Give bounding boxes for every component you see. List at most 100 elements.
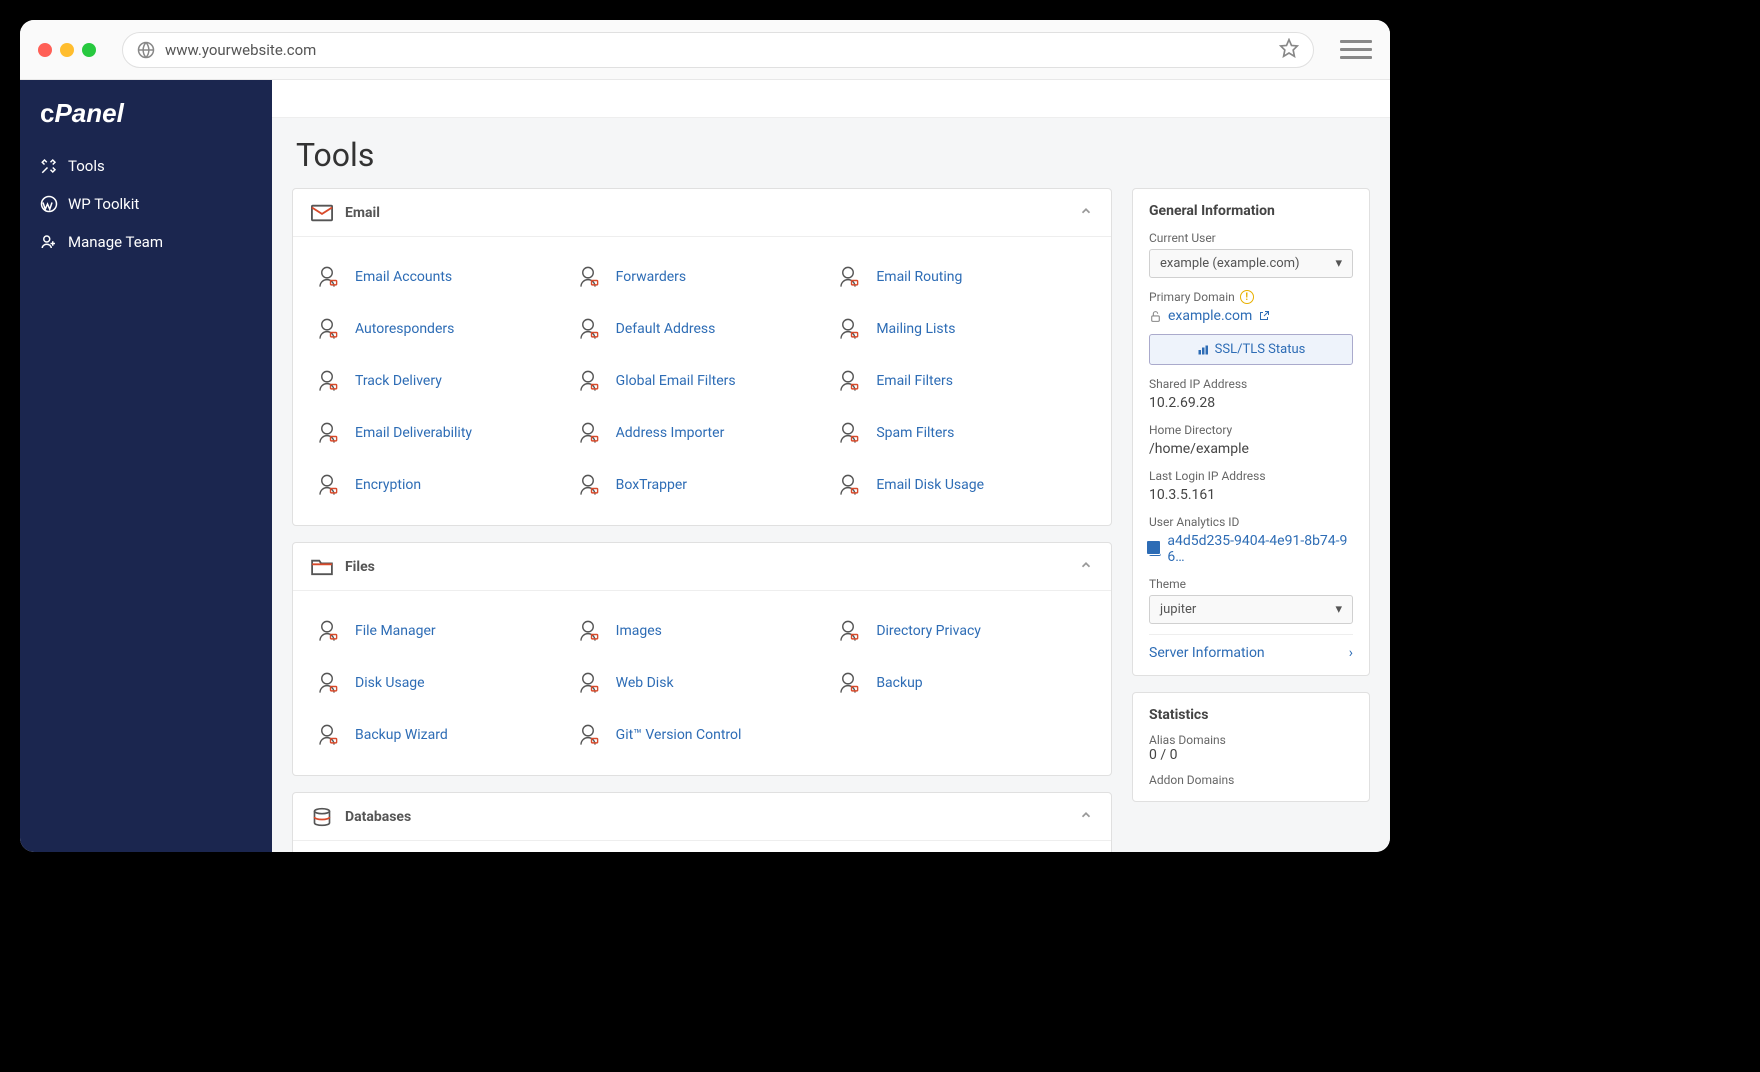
- sidebar: cPanel Tools WP Toolkit Manage Team: [20, 80, 272, 852]
- tool-file-manager[interactable]: File Manager: [311, 605, 572, 657]
- tool-backup-wizard[interactable]: Backup Wizard: [311, 709, 572, 761]
- ssl-tls-status-button[interactable]: SSL/TLS Status: [1149, 334, 1353, 365]
- tool-icon: [572, 417, 604, 449]
- tools-icon: [40, 157, 58, 175]
- tool-email-deliverability[interactable]: Email Deliverability: [311, 407, 572, 459]
- tool-autoresponders[interactable]: Autoresponders: [311, 303, 572, 355]
- mail-icon: [311, 204, 333, 222]
- sidebar-item-manage-team[interactable]: Manage Team: [20, 223, 272, 261]
- address-bar[interactable]: www.yourwebsite.com: [122, 32, 1314, 68]
- general-info-title: General Information: [1149, 203, 1353, 219]
- tool-icon: [311, 667, 343, 699]
- analytics-id-value[interactable]: a4d5d235-9404-4e91-8b74-96…: [1149, 533, 1353, 565]
- tool-web-disk[interactable]: Web Disk: [572, 657, 833, 709]
- tool-icon: [311, 365, 343, 397]
- tool-icon: [832, 313, 864, 345]
- tool-icon: [311, 261, 343, 293]
- tool-label: Mailing Lists: [876, 321, 955, 337]
- tool-mailing-lists[interactable]: Mailing Lists: [832, 303, 1093, 355]
- tool-email-filters[interactable]: Email Filters: [832, 355, 1093, 407]
- tool-disk-usage[interactable]: Disk Usage: [311, 657, 572, 709]
- tool-global-email-filters[interactable]: Global Email Filters: [572, 355, 833, 407]
- tool-label: Disk Usage: [355, 675, 425, 691]
- tool-default-address[interactable]: Default Address: [572, 303, 833, 355]
- tool-icon: [572, 469, 604, 501]
- sidebar-item-wp-toolkit[interactable]: WP Toolkit: [20, 185, 272, 223]
- last-login-value: 10.3.5.161: [1149, 487, 1353, 503]
- tool-forwarders[interactable]: Forwarders: [572, 251, 833, 303]
- chevron-down-icon: ▾: [1335, 256, 1342, 271]
- theme-label: Theme: [1149, 577, 1353, 591]
- tool-label: Email Routing: [876, 269, 962, 285]
- last-login-label: Last Login IP Address: [1149, 469, 1353, 483]
- folder-icon: [311, 558, 333, 576]
- tool-icon: [572, 719, 604, 751]
- current-user-select[interactable]: example (example.com) ▾: [1149, 249, 1353, 278]
- primary-domain-label: Primary Domain !: [1149, 290, 1353, 304]
- tool-icon: [311, 719, 343, 751]
- tool-encryption[interactable]: Encryption: [311, 459, 572, 511]
- tool-icon: [832, 667, 864, 699]
- theme-select[interactable]: jupiter ▾: [1149, 595, 1353, 624]
- tool-icon: [832, 469, 864, 501]
- tool-git-version-control[interactable]: Git™ Version Control: [572, 709, 833, 761]
- brand-logo: cPanel: [20, 98, 272, 147]
- alias-domains-label: Alias Domains: [1149, 733, 1353, 747]
- tool-label: Directory Privacy: [876, 623, 981, 639]
- chevron-up-icon[interactable]: [1079, 557, 1093, 576]
- lock-open-icon: [1149, 310, 1162, 323]
- maximize-light[interactable]: [82, 43, 96, 57]
- sidebar-item-tools[interactable]: Tools: [20, 147, 272, 185]
- close-light[interactable]: [38, 43, 52, 57]
- panel-title: Databases: [345, 809, 411, 825]
- tool-directory-privacy[interactable]: Directory Privacy: [832, 605, 1093, 657]
- primary-domain-link[interactable]: example.com: [1168, 308, 1252, 324]
- hamburger-icon[interactable]: [1340, 40, 1372, 59]
- tool-spam-filters[interactable]: Spam Filters: [832, 407, 1093, 459]
- bookmark-icon[interactable]: [1279, 38, 1299, 62]
- external-link-icon: [1258, 310, 1270, 322]
- chevron-down-icon: ▾: [1335, 602, 1342, 617]
- tool-icon: [832, 261, 864, 293]
- tool-boxtrapper[interactable]: BoxTrapper: [572, 459, 833, 511]
- analytics-id-label: User Analytics ID: [1149, 515, 1353, 529]
- copy-icon: [1149, 543, 1161, 556]
- panel-statistics: Statistics Alias Domains 0 / 0 Addon Dom…: [1132, 692, 1370, 802]
- main-content: Tools Email Email AccountsForwardersEmai…: [272, 80, 1390, 852]
- tool-label: Spam Filters: [876, 425, 954, 441]
- home-dir-label: Home Directory: [1149, 423, 1353, 437]
- chevron-up-icon[interactable]: [1079, 807, 1093, 826]
- tool-email-accounts[interactable]: Email Accounts: [311, 251, 572, 303]
- server-information-link[interactable]: Server Information ›: [1149, 634, 1353, 661]
- tool-images[interactable]: Images: [572, 605, 833, 657]
- top-bar: [272, 80, 1390, 118]
- tool-label: Encryption: [355, 477, 421, 493]
- tool-address-importer[interactable]: Address Importer: [572, 407, 833, 459]
- tool-email-disk-usage[interactable]: Email Disk Usage: [832, 459, 1093, 511]
- tool-icon: [832, 615, 864, 647]
- chevron-right-icon: ›: [1349, 645, 1353, 661]
- tool-icon: [572, 313, 604, 345]
- sidebar-item-label: WP Toolkit: [68, 195, 139, 213]
- sidebar-item-label: Manage Team: [68, 233, 163, 251]
- team-icon: [40, 233, 58, 251]
- tool-label: Default Address: [616, 321, 716, 337]
- tool-icon: [832, 365, 864, 397]
- tool-icon: [311, 313, 343, 345]
- sidebar-item-label: Tools: [68, 157, 105, 175]
- tool-email-routing[interactable]: Email Routing: [832, 251, 1093, 303]
- tool-track-delivery[interactable]: Track Delivery: [311, 355, 572, 407]
- panel-databases: Databases phpMyAdminMySQL® DatabasesMySQ…: [292, 792, 1112, 852]
- tool-backup[interactable]: Backup: [832, 657, 1093, 709]
- window-lights: [38, 43, 96, 57]
- panel-files: Files File ManagerImagesDirectory Privac…: [292, 542, 1112, 776]
- tool-label: Email Accounts: [355, 269, 452, 285]
- tool-icon: [832, 417, 864, 449]
- globe-icon: [137, 41, 155, 59]
- tool-label: File Manager: [355, 623, 436, 639]
- chevron-up-icon[interactable]: [1079, 203, 1093, 222]
- tool-label: Track Delivery: [355, 373, 442, 389]
- minimize-light[interactable]: [60, 43, 74, 57]
- tool-label: Backup Wizard: [355, 727, 448, 743]
- database-icon: [311, 808, 333, 826]
